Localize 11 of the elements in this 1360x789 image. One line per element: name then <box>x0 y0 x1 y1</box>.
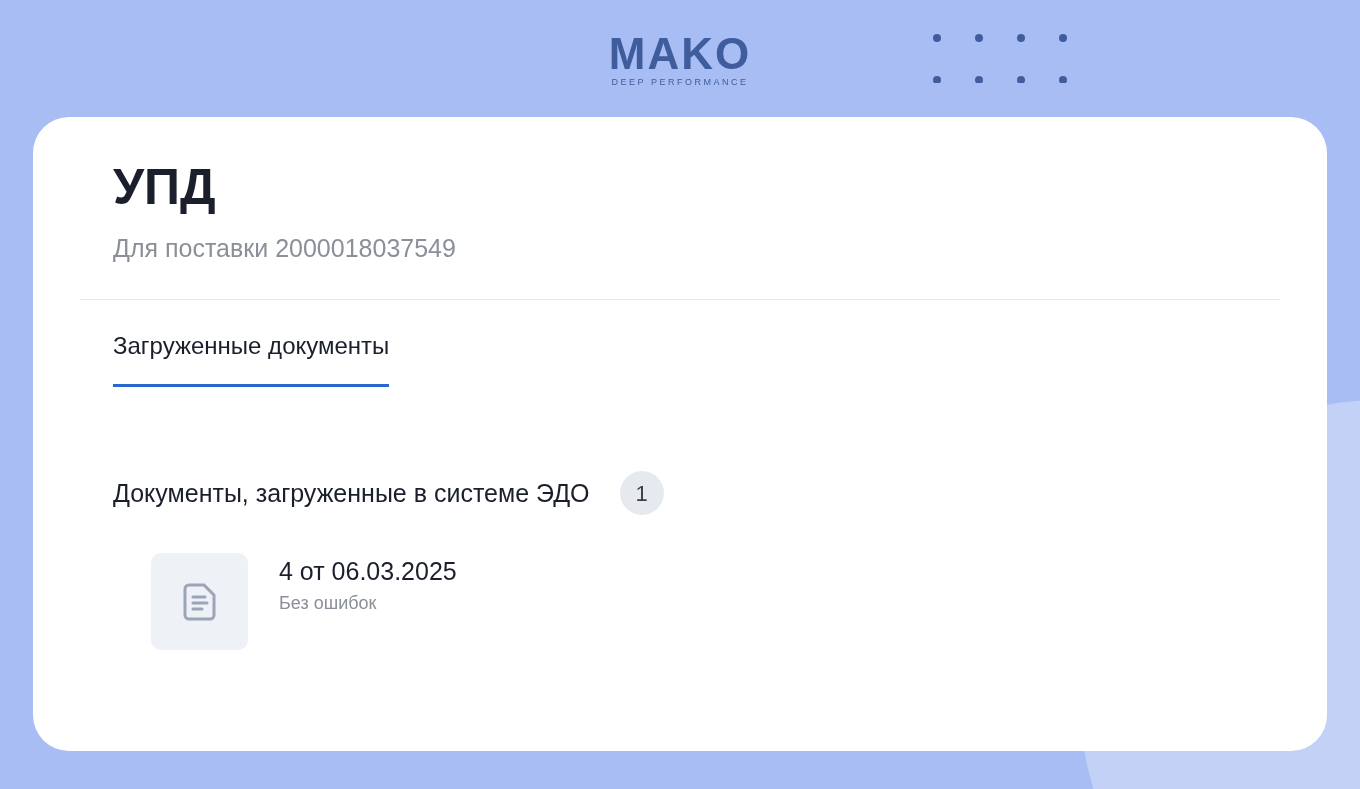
logo-tagline: DEEP PERFORMANCE <box>611 76 749 88</box>
document-tile[interactable] <box>151 553 248 650</box>
page-subtitle: Для поставки 2000018037549 <box>113 233 457 264</box>
document-name: 4 от 06.03.2025 <box>279 556 457 587</box>
document-icon <box>182 582 217 621</box>
document-status: Без ошибок <box>279 592 378 615</box>
count-badge: 1 <box>619 471 664 515</box>
page-title: УПД <box>113 158 217 217</box>
section-title: Документы, загруженные в системе ЭДО <box>113 478 590 509</box>
tab[interactable]: Загруженные документы <box>113 330 390 387</box>
logo-wordmark: MAKO <box>608 34 752 74</box>
